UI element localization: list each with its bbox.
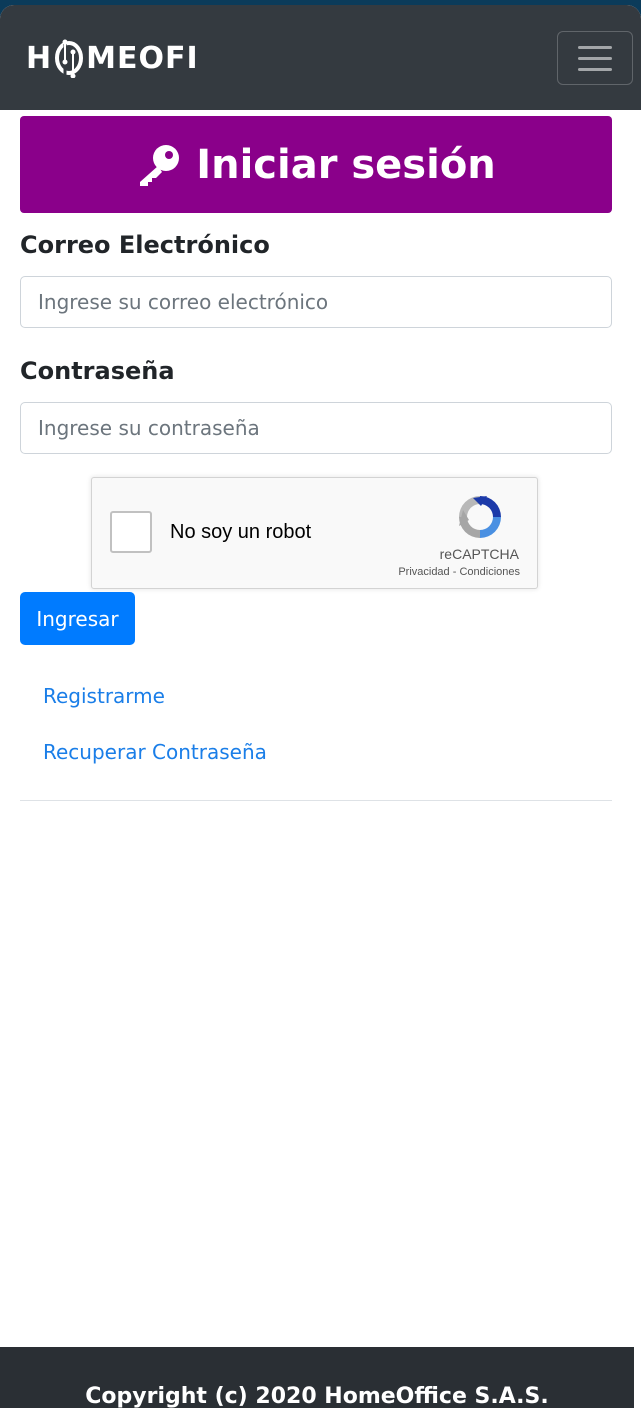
page-title: Iniciar sesión <box>196 141 496 188</box>
recaptcha-terms-link[interactable]: Condiciones <box>459 566 520 578</box>
recaptcha-privacy-link[interactable]: Privacidad <box>398 566 449 578</box>
recaptcha-brand: reCAPTCHA <box>439 546 519 562</box>
hamburger-icon-line <box>578 45 612 49</box>
divider <box>20 800 612 801</box>
password-label: Contraseña <box>20 357 175 385</box>
recaptcha-label: No soy un robot <box>170 521 312 543</box>
login-submit-button[interactable]: Ingresar <box>20 592 135 645</box>
recover-password-link[interactable]: Recuperar Contraseña <box>43 740 267 764</box>
recaptcha-widget: No soy un robot reCAPTCHA Privacidad - C… <box>91 477 538 589</box>
recaptcha-checkbox[interactable] <box>110 511 152 553</box>
email-label: Correo Electrónico <box>20 231 270 259</box>
page-frame: H MEOFI Iniciar sesión Correo Electrónic… <box>0 5 641 1408</box>
recaptcha-links-separator: - <box>449 566 460 578</box>
login-header: Iniciar sesión <box>20 116 612 213</box>
hamburger-icon-line <box>578 67 612 71</box>
brand-letter-h: H <box>26 40 53 76</box>
password-field[interactable] <box>20 402 612 454</box>
recaptcha-logo-icon <box>459 496 501 538</box>
hamburger-icon-line <box>578 56 612 60</box>
recaptcha-links: Privacidad - Condiciones <box>398 566 520 578</box>
brand-logo[interactable]: H MEOFI <box>26 27 199 89</box>
top-navbar: H MEOFI <box>0 5 641 110</box>
page-footer: Copyright (c) 2020 HomeOffice S.A.S. <box>0 1347 634 1408</box>
footer-copyright: Copyright (c) 2020 HomeOffice S.A.S. <box>85 1384 549 1408</box>
logo-circuit-icon <box>55 39 84 78</box>
brand-letters-meofi: MEOFI <box>86 40 199 76</box>
register-link[interactable]: Registrarme <box>43 684 165 708</box>
key-icon <box>140 144 180 186</box>
email-field[interactable] <box>20 276 612 328</box>
menu-toggle-button[interactable] <box>557 31 633 85</box>
